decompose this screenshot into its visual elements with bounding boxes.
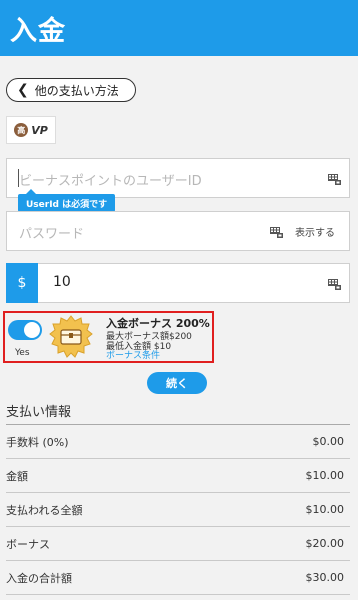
chevron-left-icon: ❮ xyxy=(17,82,29,98)
keyboard-icon[interactable] xyxy=(328,174,341,185)
keyboard-icon[interactable] xyxy=(270,227,283,238)
password-placeholder: パスワード xyxy=(19,227,85,242)
amount-value: 10 xyxy=(53,274,71,290)
row-label: ボーナス xyxy=(6,537,50,551)
amount-input[interactable]: $ 10 xyxy=(6,263,350,303)
row-value: $30.00 xyxy=(305,571,345,584)
row-label: 手数料 (0%) xyxy=(6,435,69,449)
page-header: 入金 xyxy=(0,0,358,56)
table-row: 金額 $10.00 xyxy=(6,459,350,493)
currency-badge: $ xyxy=(6,263,38,303)
bonus-toggle-label: Yes xyxy=(15,348,30,358)
back-button-label: 他の支払い方法 xyxy=(34,83,119,98)
userid-required-tooltip: UserId は必須です xyxy=(18,189,116,212)
userid-placeholder: ビーナスポイントのユーザーID xyxy=(19,174,202,189)
row-value: $10.00 xyxy=(305,503,345,516)
payment-info-table: 手数料 (0%) $0.00 金額 $10.00 支払われる全額 $10.00 … xyxy=(6,424,350,595)
row-value: $10.00 xyxy=(305,469,345,482)
row-label: 支払われる全額 xyxy=(6,503,83,517)
userid-input[interactable]: ビーナスポイントのユーザーID xyxy=(6,158,350,198)
other-payment-methods-button[interactable]: ❮ 他の支払い方法 xyxy=(6,78,136,102)
bonus-toggle[interactable] xyxy=(8,320,42,340)
logo-coin-icon: 高 xyxy=(14,123,29,137)
row-label: 金額 xyxy=(6,469,28,483)
table-row: 手数料 (0%) $0.00 xyxy=(6,425,350,459)
treasure-chest-icon xyxy=(49,315,93,358)
table-row: 支払われる全額 $10.00 xyxy=(6,493,350,527)
page-title: 入金 xyxy=(10,15,66,47)
venus-point-logo: 高 VP xyxy=(6,116,56,144)
row-value: $0.00 xyxy=(312,435,345,448)
deposit-bonus-panel: Yes 入金ボーナス 200% 最大ボーナス額$200 最低入金額 $10 ボー… xyxy=(3,311,214,363)
bonus-conditions-link[interactable]: ボーナス条件 xyxy=(106,348,160,361)
toggle-knob xyxy=(24,322,40,338)
keyboard-icon[interactable] xyxy=(328,279,341,290)
password-input[interactable]: パスワード 表示する xyxy=(6,211,350,251)
payment-info-title: 支払い情報 xyxy=(6,405,72,420)
show-password-button[interactable]: 表示する xyxy=(295,224,335,239)
table-row: 入金の合計額 $30.00 xyxy=(6,561,350,595)
logo-brand-text: VP xyxy=(31,123,48,137)
row-value: $20.00 xyxy=(305,537,345,550)
continue-button[interactable]: 続く xyxy=(147,372,207,394)
row-label: 入金の合計額 xyxy=(6,571,72,585)
table-row: ボーナス $20.00 xyxy=(6,527,350,561)
